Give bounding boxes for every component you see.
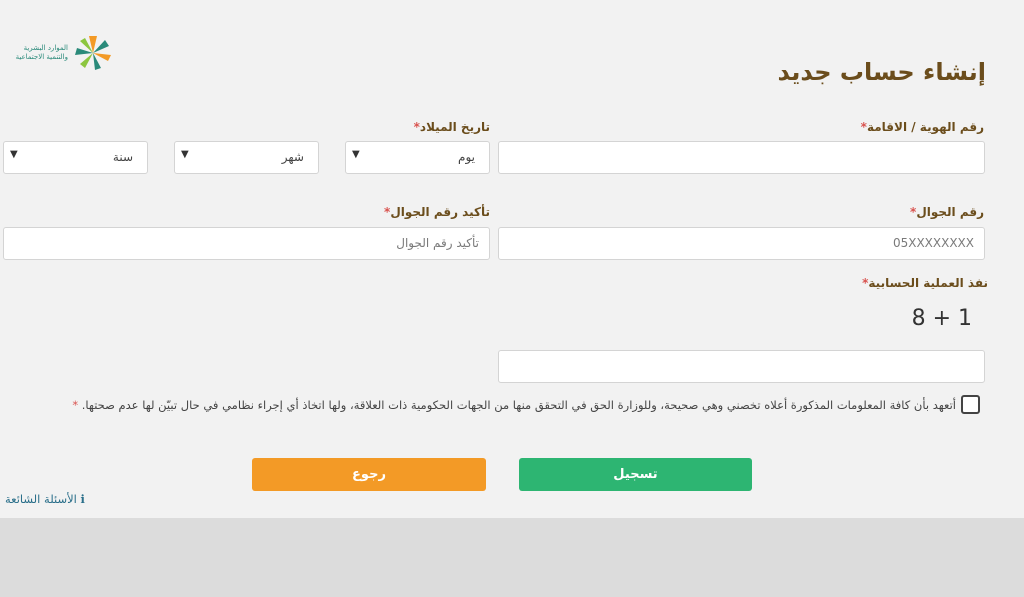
confirm-mobile-label: تأكيد رقم الجوال* xyxy=(384,205,490,219)
page: الموارد البشرية والتنمية الاجتماعية إنشا… xyxy=(0,0,1024,518)
day-select[interactable]: يوم ▼ xyxy=(345,141,490,174)
logo-text: الموارد البشرية والتنمية الاجتماعية xyxy=(15,44,68,61)
id-number-input[interactable] xyxy=(498,141,985,174)
year-select[interactable]: سنة ▼ xyxy=(3,141,148,174)
back-button[interactable]: رجوع xyxy=(252,458,486,491)
dob-label: تاريخ الميلاد* xyxy=(413,120,490,134)
page-title: إنشاء حساب جديد xyxy=(777,58,986,86)
captcha-question: 8 + 1 xyxy=(911,306,972,331)
ministry-logo[interactable]: الموارد البشرية والتنمية الاجتماعية xyxy=(4,34,116,74)
agreement-text: أتعهد بأن كافة المعلومات المذكورة أعلاه … xyxy=(72,398,956,412)
confirm-mobile-input[interactable]: تأكيد رقم الجوال xyxy=(3,227,490,260)
captcha-label: نفذ العملية الحسابية* xyxy=(862,276,988,290)
faq-link[interactable]: ℹ الأسئلة الشائعة xyxy=(5,492,85,506)
chevron-down-icon: ▼ xyxy=(10,149,18,160)
mobile-input[interactable]: 05XXXXXXXX xyxy=(498,227,985,260)
palm-logo-icon xyxy=(75,36,111,70)
register-button[interactable]: تسجيل xyxy=(519,458,752,491)
month-select[interactable]: شهر ▼ xyxy=(174,141,319,174)
agreement-checkbox[interactable] xyxy=(961,395,980,414)
mobile-label: رقم الجوال* xyxy=(910,205,984,219)
footer-band xyxy=(0,518,1024,597)
id-label: رقم الهوية / الاقامة* xyxy=(860,120,984,134)
chevron-down-icon: ▼ xyxy=(181,149,189,160)
info-icon: ℹ xyxy=(80,492,85,506)
chevron-down-icon: ▼ xyxy=(352,149,360,160)
captcha-input[interactable] xyxy=(498,350,985,383)
